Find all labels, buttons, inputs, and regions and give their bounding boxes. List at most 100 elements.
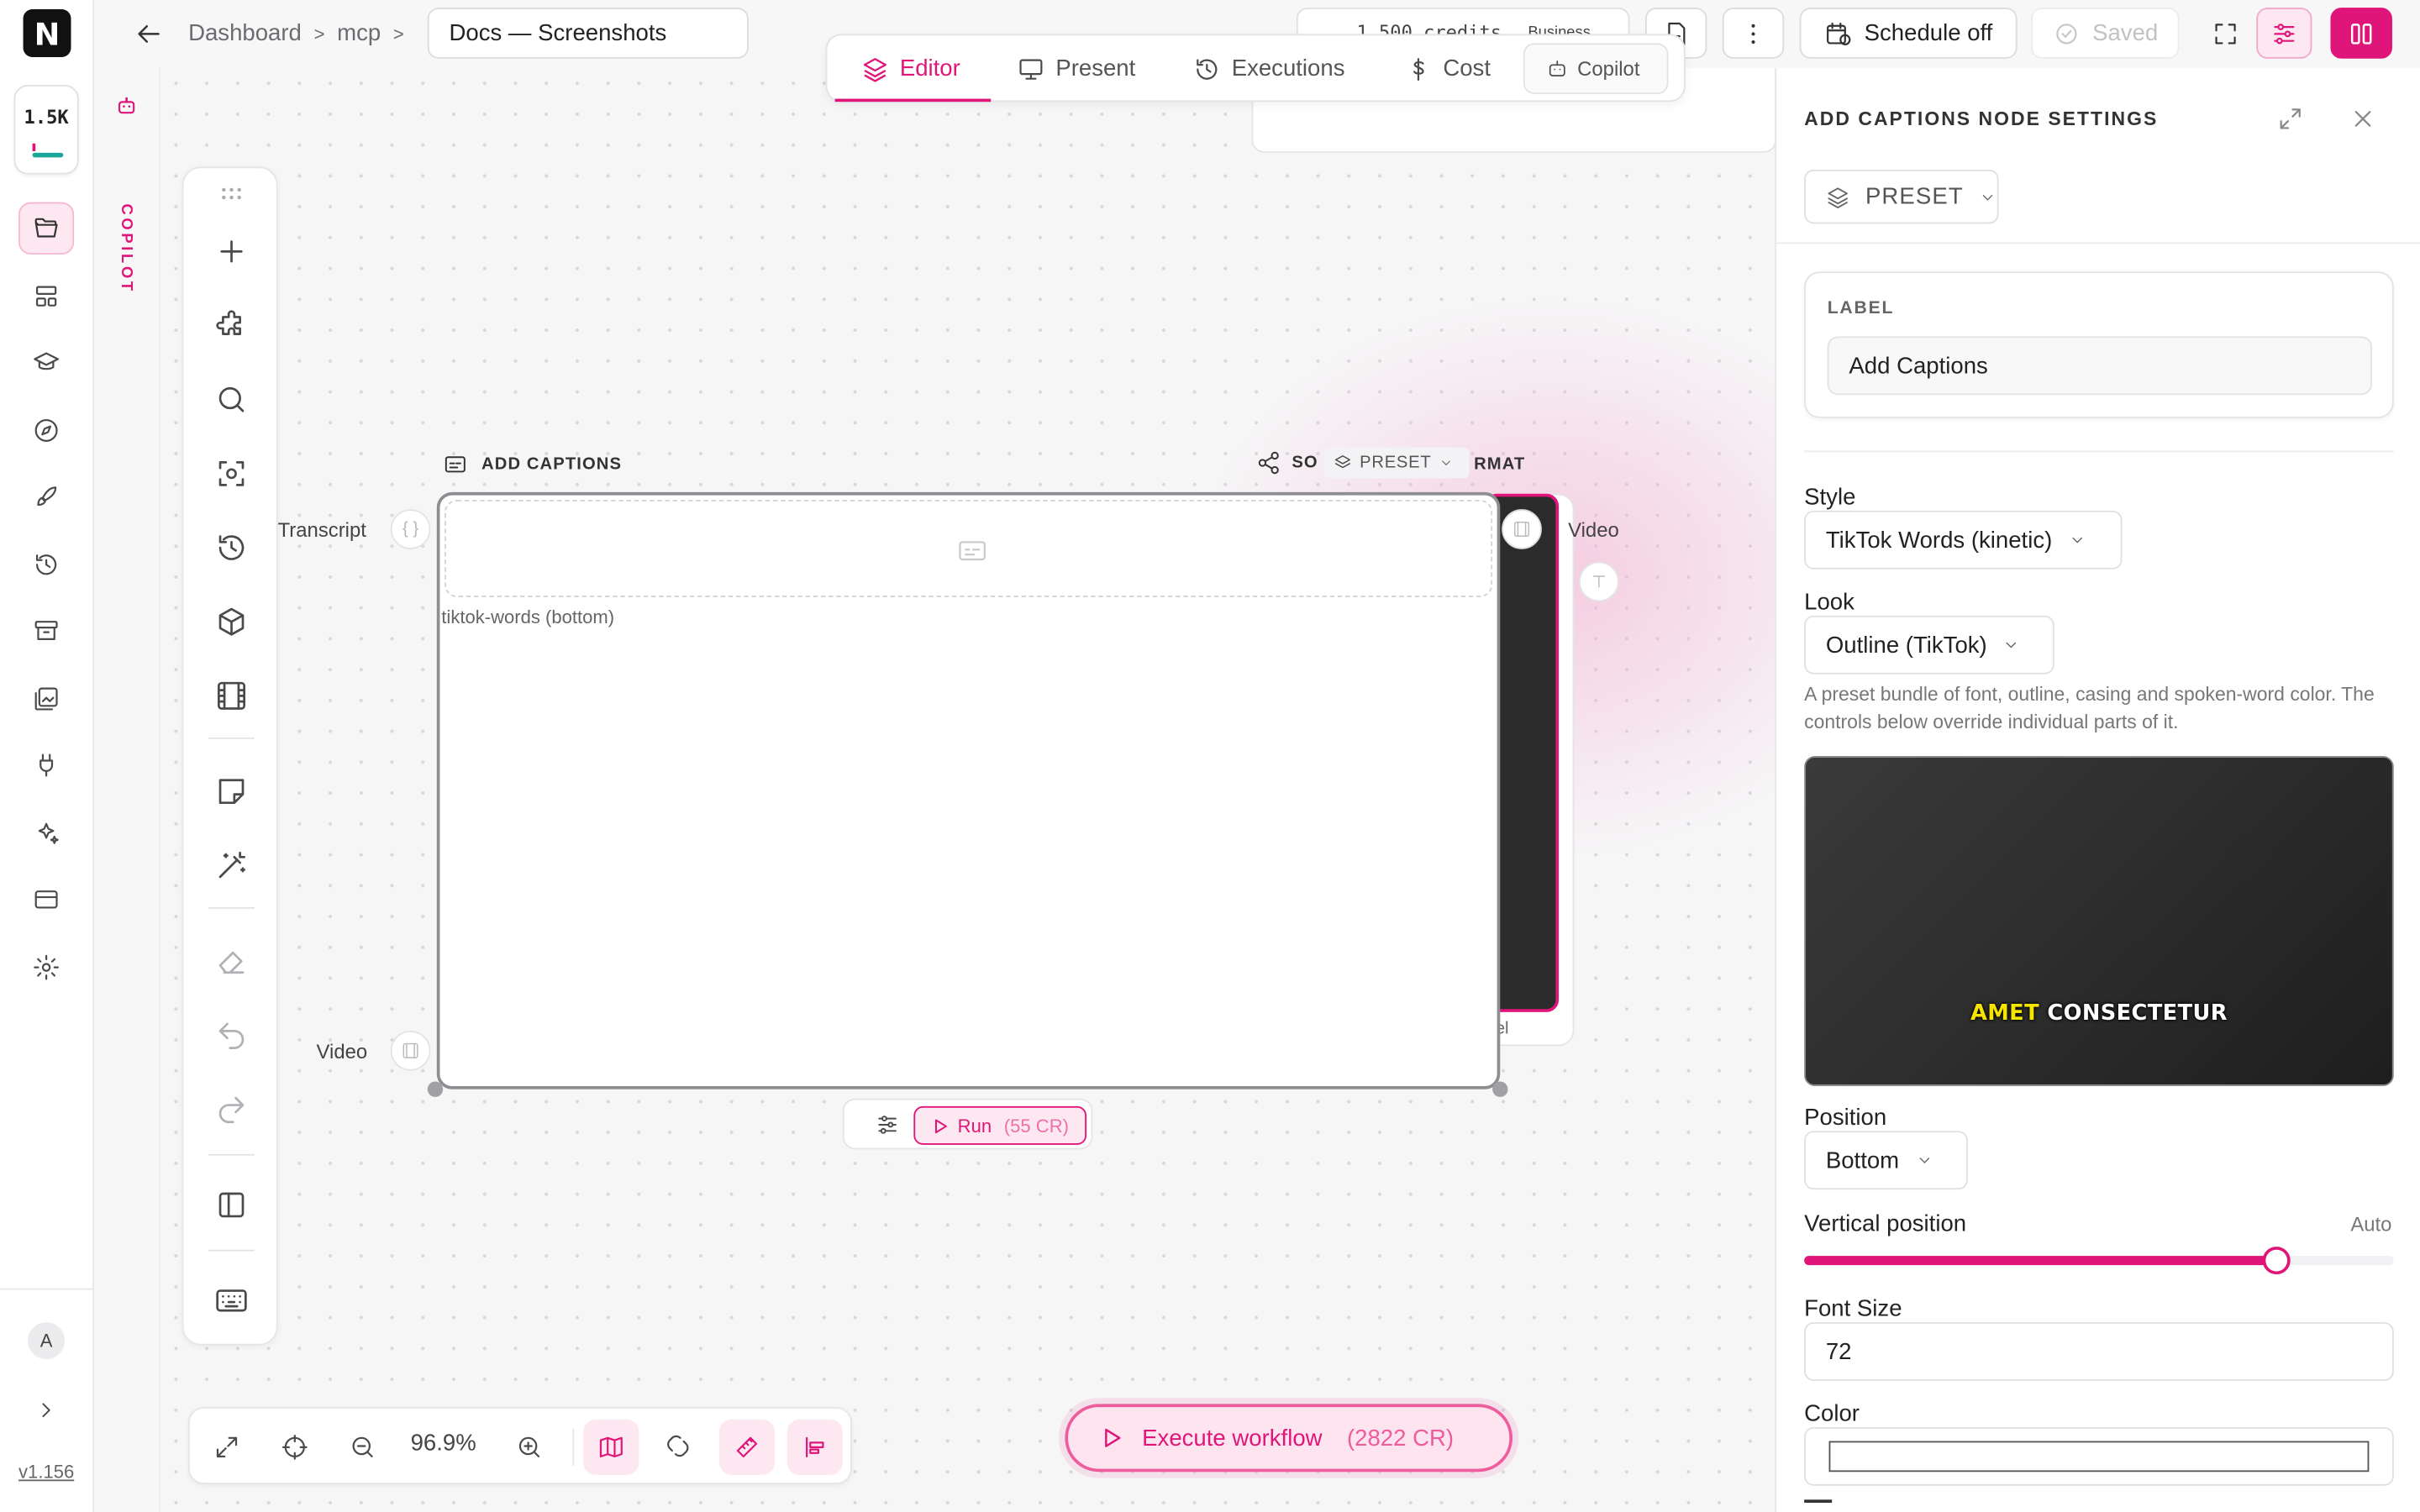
- snap-toggle[interactable]: [651, 1420, 707, 1475]
- credits-badge[interactable]: 1.5K: [13, 85, 79, 175]
- color-swatch[interactable]: [1828, 1441, 2370, 1473]
- rail-media[interactable]: [18, 673, 74, 725]
- rail-archive[interactable]: [18, 605, 74, 657]
- palette-drag-handle[interactable]: [213, 176, 250, 213]
- node-settings-button[interactable]: [875, 1112, 899, 1137]
- history-tool[interactable]: [213, 529, 250, 566]
- eraser-icon: [218, 951, 245, 974]
- social-node-preset-label: PRESET: [1360, 453, 1432, 473]
- copilot-label: COPILOT: [117, 203, 134, 294]
- add-node-tool[interactable]: [213, 233, 250, 270]
- ruler-toggle[interactable]: [718, 1419, 776, 1475]
- sliders-icon: [2274, 23, 2295, 44]
- text-icon: [1592, 575, 1606, 588]
- breadcrumb-dashboard[interactable]: Dashboard: [188, 20, 302, 46]
- redo-button[interactable]: [213, 1091, 250, 1128]
- chevron-down-icon: [1442, 460, 1451, 466]
- back-button[interactable]: [133, 18, 164, 50]
- preset-dropdown[interactable]: PRESET: [1804, 170, 1999, 224]
- position-dropdown[interactable]: Bottom: [1804, 1131, 1968, 1190]
- rail-layout[interactable]: [18, 270, 74, 322]
- run-cost: (55 CR): [1003, 1115, 1069, 1137]
- scan-tool[interactable]: [213, 455, 250, 492]
- node-subtitle: tiktok-words (bottom): [441, 606, 615, 628]
- panel-expand-button[interactable]: [2276, 105, 2304, 133]
- magic-tool[interactable]: [213, 847, 250, 884]
- rail-explore[interactable]: [18, 404, 74, 456]
- font-size-input[interactable]: 72: [1804, 1322, 2394, 1381]
- social-node-text-port[interactable]: [1578, 561, 1619, 602]
- tab-present[interactable]: Present: [1017, 35, 1135, 102]
- rail-history[interactable]: [18, 538, 74, 591]
- tab-executions[interactable]: Executions: [1193, 35, 1344, 102]
- execute-workflow-button[interactable]: Execute workflow (2822 CR): [1065, 1404, 1512, 1473]
- vertical-position-thumb[interactable]: [2261, 1247, 2290, 1275]
- tab-cost[interactable]: Cost: [1404, 35, 1491, 102]
- minimap-toggle[interactable]: [583, 1419, 639, 1475]
- style-value: TikTok Words (kinetic): [1825, 527, 2053, 554]
- plug-icon: [39, 753, 54, 777]
- resize-handle[interactable]: [1492, 1081, 1508, 1097]
- app-logo[interactable]: N: [23, 9, 71, 57]
- more-menu-button[interactable]: [1722, 8, 1785, 59]
- copilot-strip[interactable]: COPILOT: [94, 67, 161, 1512]
- sidebar-toggle-tool[interactable]: [213, 1186, 250, 1223]
- eraser-tool[interactable]: [213, 942, 250, 979]
- robot-icon: [1549, 60, 1565, 76]
- video-tool[interactable]: [213, 677, 250, 714]
- compass-icon: [34, 418, 58, 442]
- rail-folder[interactable]: [18, 202, 75, 255]
- document-title-input[interactable]: Docs — Screenshots: [427, 8, 749, 59]
- input-port-transcript[interactable]: { }: [390, 509, 431, 549]
- panel-close-button[interactable]: [2349, 105, 2377, 133]
- resize-handle[interactable]: [427, 1081, 444, 1097]
- rail-launch[interactable]: [18, 470, 74, 522]
- vertical-position-slider[interactable]: [1804, 1247, 2394, 1275]
- tab-copilot-label: Copilot: [1577, 56, 1640, 81]
- panels-toggle[interactable]: [2330, 8, 2392, 59]
- add-captions-node[interactable]: tiktok-words (bottom): [436, 491, 1501, 1089]
- user-avatar[interactable]: A: [28, 1322, 66, 1360]
- rail-integrations[interactable]: [18, 739, 74, 791]
- vertical-position-auto[interactable]: Auto: [2350, 1213, 2391, 1236]
- center-view-button[interactable]: [267, 1420, 323, 1475]
- rail-billing[interactable]: [18, 874, 74, 926]
- zoom-in-button[interactable]: [502, 1420, 557, 1475]
- panel-divider: [1804, 450, 2394, 453]
- rail-learn[interactable]: [18, 336, 74, 388]
- input-port-video[interactable]: [390, 1030, 431, 1071]
- plugins-tool[interactable]: [213, 307, 250, 344]
- breadcrumb-mcp[interactable]: mcp: [337, 20, 381, 46]
- social-node-preset-chip[interactable]: PRESET: [1323, 447, 1470, 479]
- fullscreen-button[interactable]: [2195, 8, 2256, 59]
- look-dropdown[interactable]: Outline (TikTok): [1804, 615, 2054, 675]
- controls-divider: [572, 1428, 575, 1466]
- run-node-button[interactable]: Run (55 CR): [913, 1105, 1087, 1145]
- label-input[interactable]: Add Captions: [1827, 336, 2373, 396]
- rail-ai[interactable]: [18, 807, 74, 859]
- schedule-button[interactable]: Schedule off: [1799, 8, 2018, 59]
- credits-badge-bar: [32, 152, 64, 158]
- sliders-icon: [878, 1116, 897, 1134]
- style-dropdown[interactable]: TikTok Words (kinetic): [1804, 510, 2123, 570]
- film-icon: [1514, 521, 1530, 537]
- expand-rail-button[interactable]: [34, 1398, 58, 1422]
- align-toggle[interactable]: [786, 1419, 843, 1475]
- rail-settings[interactable]: [18, 941, 74, 993]
- note-tool[interactable]: [213, 773, 250, 810]
- search-tool[interactable]: [213, 381, 250, 418]
- assets-tool[interactable]: [213, 603, 250, 640]
- arrow-left-icon: [138, 24, 160, 43]
- social-node-output-port[interactable]: [1502, 509, 1542, 549]
- fit-view-button[interactable]: [199, 1420, 255, 1475]
- undo-button[interactable]: [213, 1016, 250, 1053]
- color-field[interactable]: [1804, 1426, 2394, 1486]
- tab-editor[interactable]: Editor: [861, 35, 960, 102]
- zoom-out-button[interactable]: [335, 1420, 391, 1475]
- panel-divider: [1776, 242, 2420, 244]
- tab-copilot[interactable]: Copilot: [1523, 43, 1669, 95]
- tab-editor-underline: [834, 98, 992, 102]
- keyboard-shortcuts-tool[interactable]: [213, 1282, 250, 1319]
- settings-panel-toggle[interactable]: [2256, 8, 2312, 59]
- gear-icon: [34, 954, 59, 980]
